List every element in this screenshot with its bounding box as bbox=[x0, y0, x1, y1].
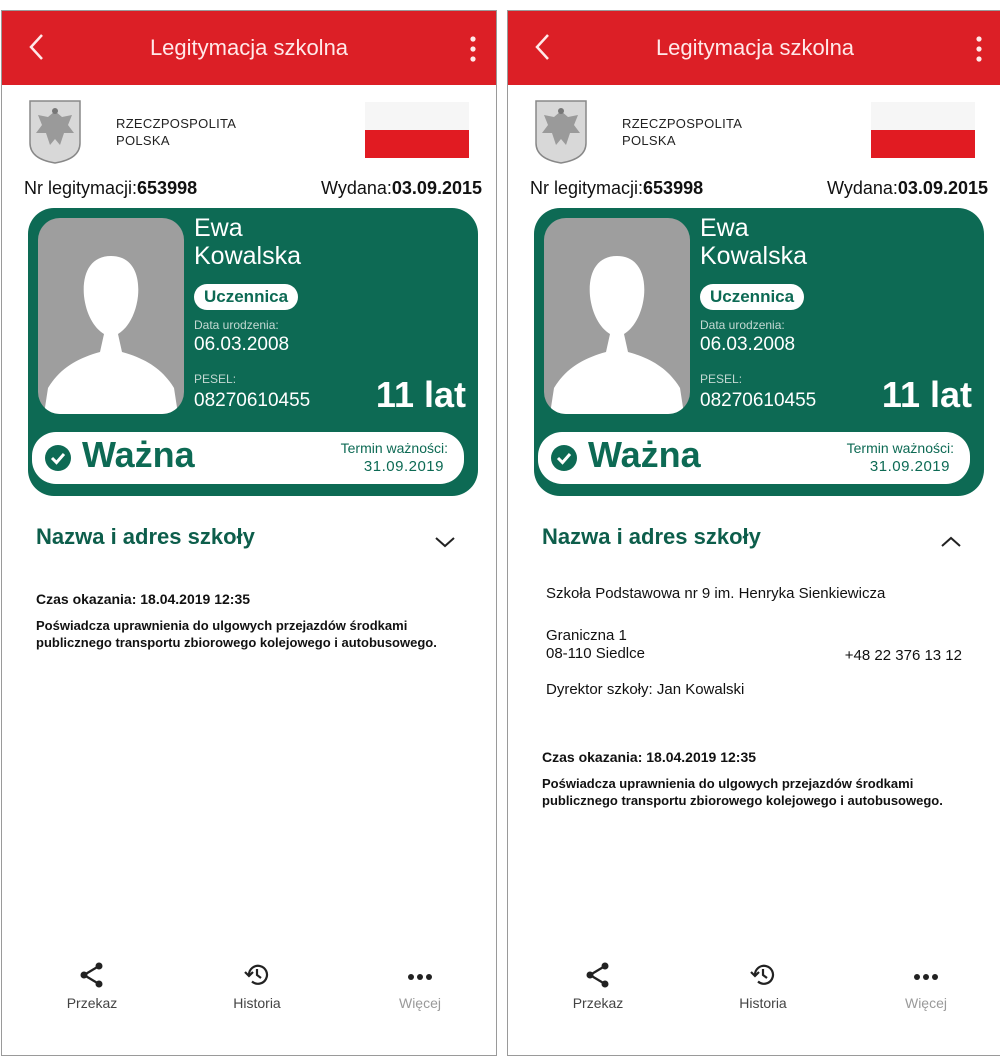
id-number-label: Nr legitymacji: bbox=[24, 178, 138, 198]
status-label: Ważna bbox=[588, 434, 701, 475]
issue-date-label: Wydana: bbox=[827, 178, 898, 198]
dob-label: Data urodzenia: bbox=[700, 318, 785, 332]
history-button[interactable]: Historia bbox=[207, 961, 307, 1011]
portrait-photo bbox=[544, 218, 690, 414]
role-badge: Uczennica bbox=[194, 284, 299, 310]
chevron-down-icon[interactable] bbox=[432, 529, 458, 555]
id-number-value: 653998 bbox=[137, 178, 198, 198]
share-label: Przekaz bbox=[66, 995, 118, 1011]
issue-date-label: Wydana: bbox=[321, 178, 392, 198]
last-name: Kowalska bbox=[700, 242, 807, 270]
id-number-label: Nr legitymacji: bbox=[530, 178, 644, 198]
role-badge: Uczennica bbox=[700, 284, 805, 310]
kebab-menu-icon[interactable] bbox=[458, 31, 488, 67]
dob-value: 06.03.2008 bbox=[700, 334, 796, 355]
person-name: Ewa Kowalska bbox=[194, 214, 301, 270]
more-label: Więcej bbox=[398, 995, 441, 1011]
dob-label: Data urodzenia: bbox=[194, 318, 279, 332]
shown-time: Czas okazania: 18.04.2019 12:35 bbox=[36, 591, 251, 607]
person-name: Ewa Kowalska bbox=[700, 214, 807, 270]
app-bar: Legitymacja szkolna bbox=[2, 11, 496, 85]
expiry-label: Termin ważności: bbox=[340, 440, 448, 456]
history-button[interactable]: Historia bbox=[713, 961, 813, 1011]
history-label: Historia bbox=[739, 995, 787, 1011]
status-label: Ważna bbox=[82, 434, 195, 475]
check-circle-icon bbox=[45, 445, 71, 471]
history-label: Historia bbox=[233, 995, 281, 1011]
expiry-date: 31.09.2019 bbox=[363, 458, 444, 475]
more-dots-icon bbox=[914, 974, 938, 980]
eagle-emblem-icon bbox=[29, 100, 81, 164]
pesel-value: 08270610455 bbox=[194, 390, 311, 411]
share-button[interactable]: Przekaz bbox=[548, 961, 648, 1011]
first-name: Ewa bbox=[700, 214, 749, 242]
country-name: RZECZPOSPOLITA POLSKA bbox=[116, 116, 237, 148]
validity-status: Ważna Termin ważności: 31.09.2019 bbox=[32, 432, 464, 484]
id-card: Ewa Kowalska Uczennica Data urodzenia: 0… bbox=[534, 208, 984, 496]
school-street: Graniczna 1 bbox=[546, 627, 627, 644]
entitlement-note: Poświadcza uprawnienia do ulgowych przej… bbox=[36, 618, 437, 650]
school-phone[interactable]: +48 22 376 13 12 bbox=[845, 647, 962, 664]
id-number: Nr legitymacji:653998 bbox=[24, 178, 197, 199]
page-title: Legitymacja szkolna bbox=[655, 35, 855, 60]
pesel-value: 08270610455 bbox=[700, 390, 817, 411]
expiry-label: Termin ważności: bbox=[846, 440, 954, 456]
first-name: Ewa bbox=[194, 214, 243, 242]
issue-date: Wydana:03.09.2015 bbox=[827, 178, 988, 199]
school-director: Dyrektor szkoły: Jan Kowalski bbox=[546, 681, 745, 698]
last-name: Kowalska bbox=[194, 242, 301, 270]
phone-screen-expanded: Legitymacja szkolna RZECZPOSPOLITA POLSK… bbox=[507, 10, 1000, 1056]
app-bar: Legitymacja szkolna bbox=[508, 11, 1000, 85]
dob-value: 06.03.2008 bbox=[194, 334, 290, 355]
expiry-date: 31.09.2019 bbox=[869, 458, 950, 475]
share-icon bbox=[80, 962, 103, 988]
id-number-value: 653998 bbox=[643, 178, 704, 198]
issue-date-value: 03.09.2015 bbox=[897, 178, 988, 198]
school-section-header[interactable]: Nazwa i adres szkoły bbox=[36, 524, 255, 550]
kebab-menu-icon[interactable] bbox=[964, 31, 994, 67]
school-section-header[interactable]: Nazwa i adres szkoły bbox=[542, 524, 761, 550]
pesel-label: PESEL: bbox=[700, 372, 743, 386]
validity-status: Ważna Termin ważności: 31.09.2019 bbox=[538, 432, 970, 484]
check-circle-icon bbox=[551, 445, 577, 471]
more-dots-icon bbox=[408, 974, 432, 980]
share-button[interactable]: Przekaz bbox=[42, 961, 142, 1011]
polish-flag bbox=[365, 102, 469, 162]
school-name: Szkoła Podstawowa nr 9 im. Henryka Sienk… bbox=[546, 585, 886, 602]
id-number: Nr legitymacji:653998 bbox=[530, 178, 703, 199]
more-button[interactable]: Więcej bbox=[876, 961, 976, 1011]
pesel-label: PESEL: bbox=[194, 372, 237, 386]
age-value: 11 lat bbox=[881, 374, 972, 415]
more-button[interactable]: Więcej bbox=[370, 961, 470, 1011]
history-icon bbox=[244, 964, 269, 985]
polish-flag bbox=[871, 102, 975, 162]
page-title: Legitymacja szkolna bbox=[149, 35, 349, 60]
chevron-up-icon[interactable] bbox=[938, 529, 964, 555]
entitlement-note: Poświadcza uprawnienia do ulgowych przej… bbox=[542, 776, 943, 808]
shown-time: Czas okazania: 18.04.2019 12:35 bbox=[542, 749, 757, 765]
eagle-emblem-icon bbox=[535, 100, 587, 164]
phone-screen-collapsed: Legitymacja szkolna RZECZPOSPOLITA POLSK… bbox=[1, 10, 497, 1056]
share-label: Przekaz bbox=[572, 995, 624, 1011]
country-name: RZECZPOSPOLITA POLSKA bbox=[622, 116, 743, 148]
school-city: 08-110 Siedlce bbox=[546, 645, 645, 662]
history-icon bbox=[750, 964, 775, 985]
issue-date: Wydana:03.09.2015 bbox=[321, 178, 482, 199]
portrait-photo bbox=[38, 218, 184, 414]
share-icon bbox=[586, 962, 609, 988]
id-card: Ewa Kowalska Uczennica Data urodzenia: 0… bbox=[28, 208, 478, 496]
age-value: 11 lat bbox=[375, 374, 466, 415]
issue-date-value: 03.09.2015 bbox=[391, 178, 482, 198]
more-label: Więcej bbox=[904, 995, 947, 1011]
